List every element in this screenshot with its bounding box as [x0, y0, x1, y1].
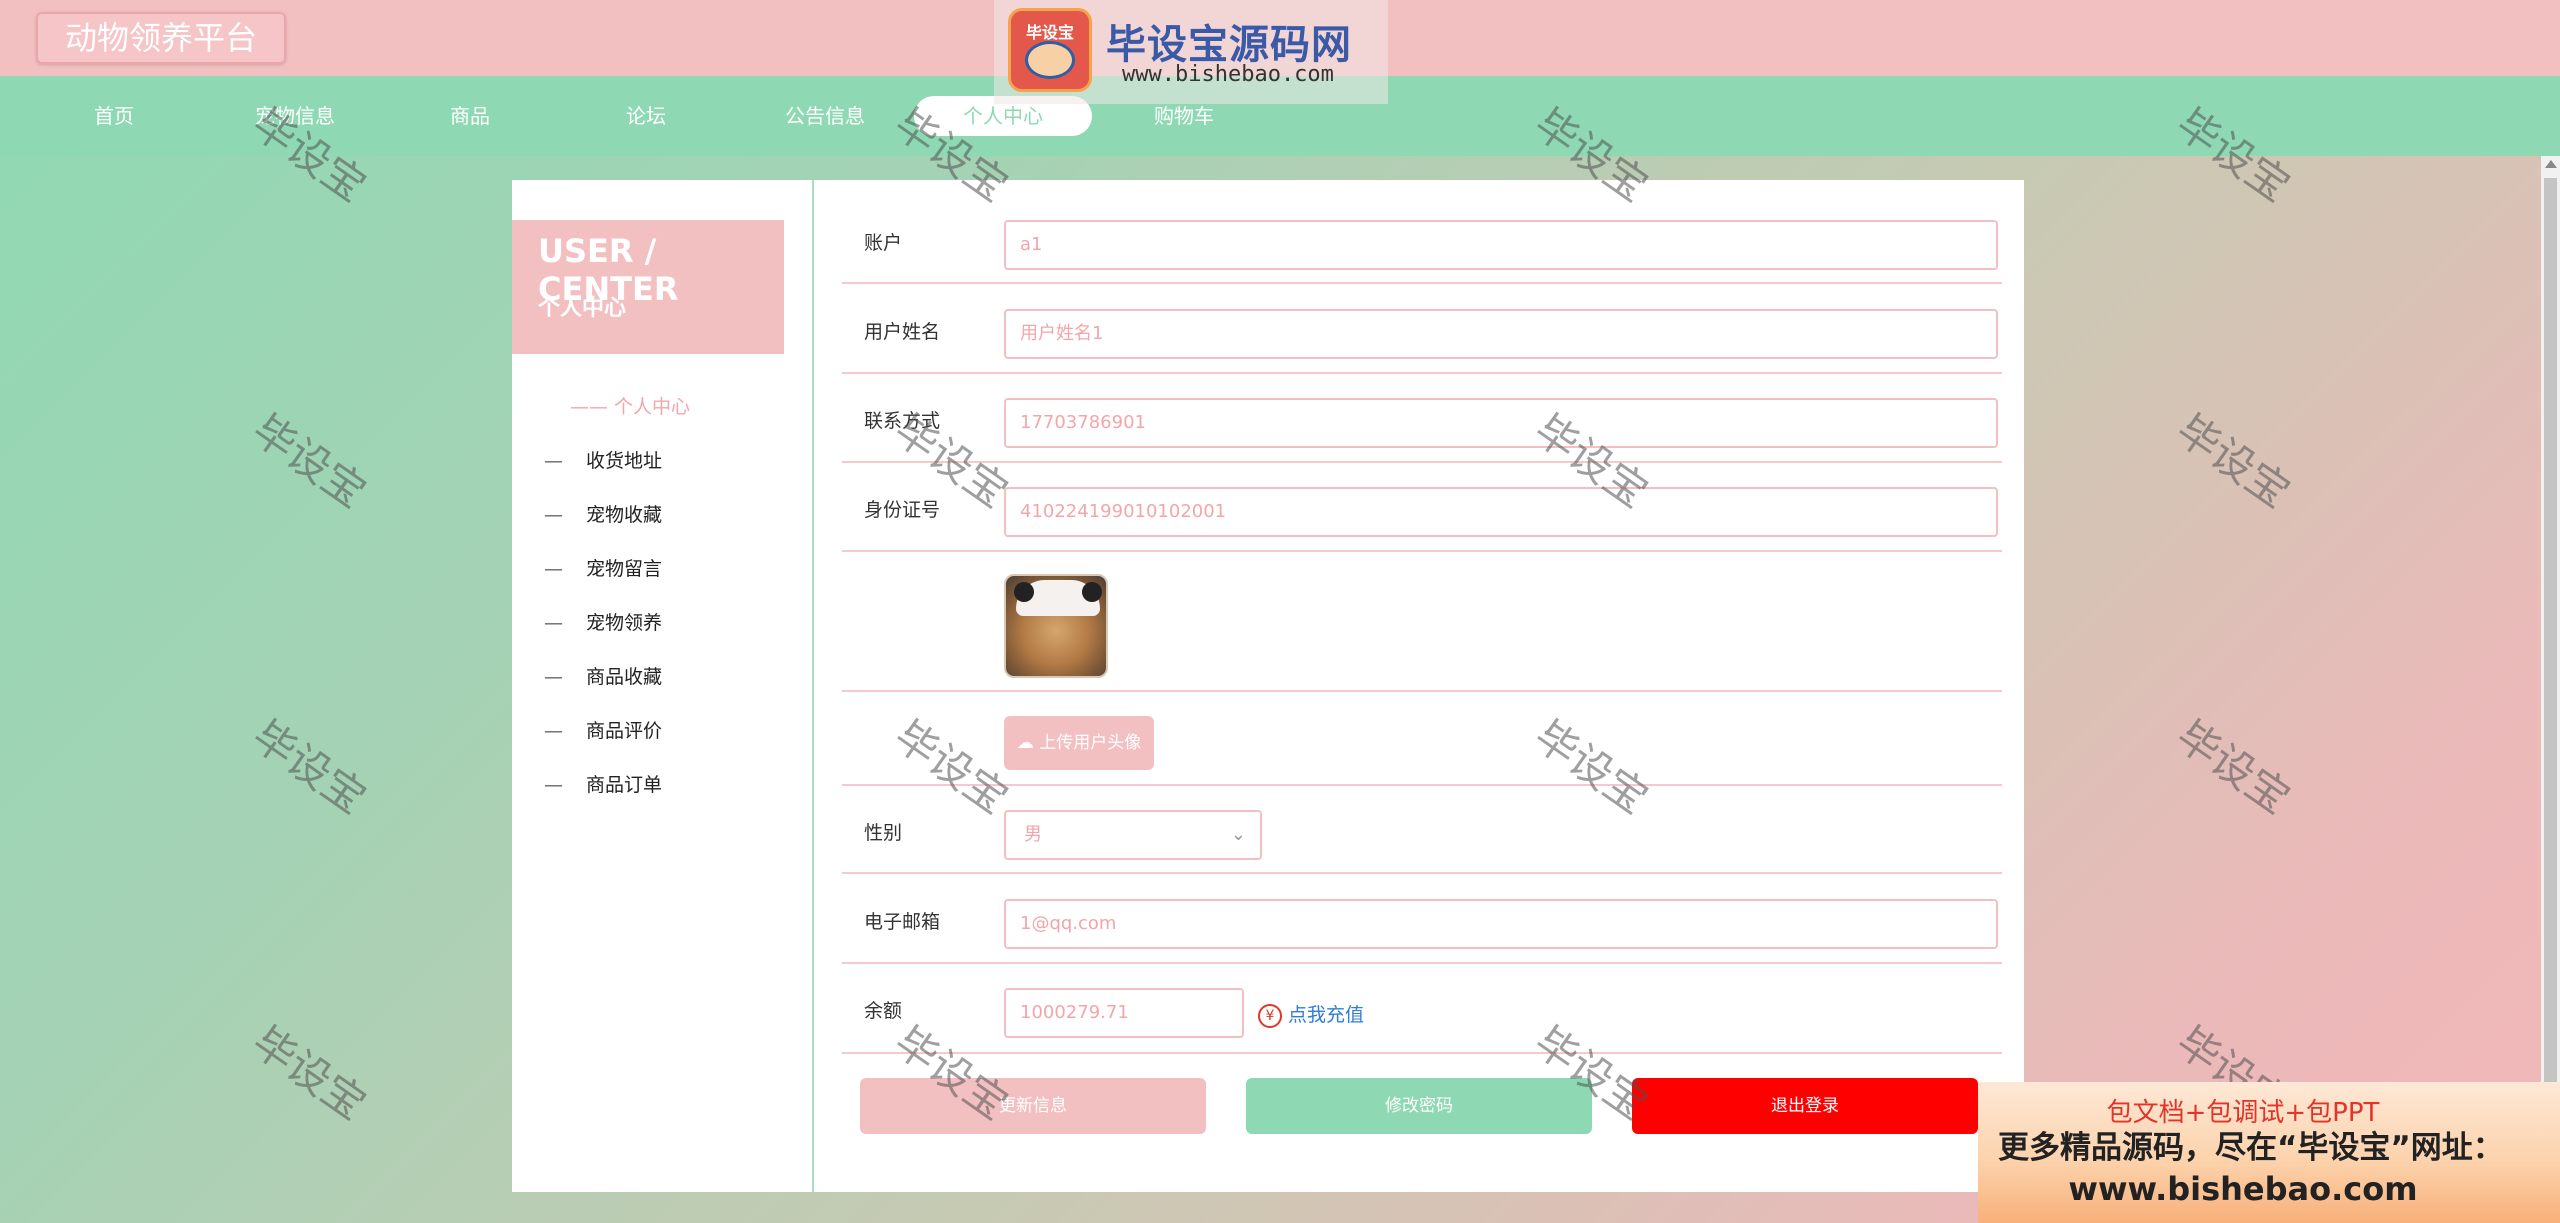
sidebar-item-address[interactable]: — 收货地址: [544, 446, 662, 473]
sidebar-dash: —: [544, 774, 563, 796]
sidebar-dash: —: [544, 720, 563, 742]
watermark-banner: 毕设宝 毕设宝源码网 www.bishebao.com: [994, 0, 1388, 104]
watermark-url: www.bishebao.com: [1122, 62, 1334, 87]
watermark-text: 毕设宝: [2167, 710, 2299, 824]
sidebar-item-product-orders[interactable]: — 商品订单: [544, 770, 662, 797]
sidebar-dash: —: [544, 450, 563, 472]
upload-avatar-label: 上传用户头像: [1039, 733, 1142, 753]
change-password-button[interactable]: 修改密码: [1246, 1078, 1592, 1134]
watermark-logo: 毕设宝: [1008, 8, 1092, 92]
divider: [842, 282, 2002, 284]
promo-box[interactable]: 包文档+包调试+包PPT 更多精品源码，尽在“毕设宝”网址： www.bishe…: [1978, 1082, 2560, 1223]
email-label: 电子邮箱: [864, 911, 941, 933]
sidebar-item-pet-messages[interactable]: — 宠物留言: [544, 554, 662, 581]
divider: [842, 872, 2002, 874]
watermark-text: 毕设宝: [2167, 404, 2299, 518]
sidebar-item-label: 宠物收藏: [586, 504, 663, 526]
sidebar-item-product-favorites[interactable]: — 商品收藏: [544, 662, 662, 689]
cloud-upload-icon: ☁: [1016, 733, 1034, 753]
gender-select[interactable]: 男 ⌄: [1004, 810, 1262, 860]
recharge-link[interactable]: ¥ 点我充值: [1258, 1000, 1364, 1028]
recharge-label: 点我充值: [1288, 1004, 1365, 1026]
sidebar-item-label: 宠物留言: [586, 558, 663, 580]
watermark-logo-face: [1025, 41, 1075, 79]
promo-slogan: 更多精品源码，尽在“毕设宝”网址：: [1998, 1130, 2504, 1166]
balance-label: 余额: [864, 1000, 903, 1022]
watermark-text: 毕设宝: [243, 1016, 375, 1130]
scroll-up-icon[interactable]: [2545, 160, 2557, 168]
divider: [842, 690, 2002, 692]
sidebar-item-product-reviews[interactable]: — 商品评价: [544, 716, 662, 743]
sidebar-item-pet-favorites[interactable]: — 宠物收藏: [544, 500, 662, 527]
watermark-text: 毕设宝: [243, 404, 375, 518]
username-input[interactable]: 用户姓名1: [1004, 309, 1998, 359]
update-info-button[interactable]: 更新信息: [860, 1078, 1206, 1134]
chevron-down-icon: ⌄: [1230, 824, 1246, 845]
sidebar-item-label: 商品评价: [586, 720, 663, 742]
sidebar-item-user-center[interactable]: —— 个人中心: [570, 392, 690, 419]
profile-form: 账户 a1 用户姓名 用户姓名1 联系方式 17703786901 身份证号 4…: [842, 180, 2012, 1192]
user-center-panel: USER / CENTER 个人中心 —— 个人中心 — 收货地址 — 宠物收藏 —…: [512, 180, 2024, 1192]
username-label: 用户姓名: [864, 321, 941, 343]
sidebar-dash: —: [544, 612, 563, 634]
promo-url[interactable]: www.bishebao.com: [1978, 1170, 2508, 1208]
sidebar: USER / CENTER 个人中心 —— 个人中心 — 收货地址 — 宠物收藏 —…: [512, 180, 814, 1192]
avatar-ear: [1014, 582, 1034, 602]
page-scrollbar[interactable]: [2541, 156, 2560, 1223]
sidebar-dash: —: [544, 558, 563, 580]
account-label: 账户: [864, 232, 903, 254]
idcard-input[interactable]: 410224199010102001: [1004, 487, 1998, 537]
sidebar-item-label: 收货地址: [586, 450, 663, 472]
site-title[interactable]: 动物领养平台: [36, 12, 286, 64]
sidebar-dash: —: [544, 504, 563, 526]
user-avatar[interactable]: [1004, 574, 1108, 678]
yuan-icon: ¥: [1258, 1003, 1282, 1028]
nav-item-notices[interactable]: 公告信息: [770, 96, 880, 136]
balance-input[interactable]: 1000279.71: [1004, 988, 1244, 1038]
watermark-logo-text: 毕设宝: [1025, 23, 1074, 42]
sidebar-item-label: 商品订单: [586, 774, 663, 796]
watermark-text: 毕设宝: [243, 710, 375, 824]
email-input[interactable]: 1@qq.com: [1004, 899, 1998, 949]
nav-item-home[interactable]: 首页: [62, 96, 166, 136]
sidebar-item-label: 宠物领养: [586, 612, 663, 634]
idcard-label: 身份证号: [864, 499, 941, 521]
nav-item-forum[interactable]: 论坛: [596, 96, 696, 136]
phone-input[interactable]: 17703786901: [1004, 398, 1998, 448]
phone-label: 联系方式: [864, 410, 941, 432]
gender-label: 性别: [864, 822, 903, 844]
account-input[interactable]: a1: [1004, 220, 1998, 270]
logout-button[interactable]: 退出登录: [1632, 1078, 1978, 1134]
divider: [842, 784, 2002, 786]
avatar-ear: [1082, 582, 1102, 602]
divider: [842, 962, 2002, 964]
nav-item-products[interactable]: 商品: [420, 96, 520, 136]
sidebar-dash: —: [544, 666, 563, 688]
gender-select-value: 男: [1024, 824, 1042, 845]
scroll-thumb[interactable]: [2544, 178, 2557, 1198]
divider: [842, 1052, 2002, 1054]
sidebar-title-cn: 个人中心: [538, 296, 627, 321]
divider: [842, 372, 2002, 374]
divider: [842, 461, 2002, 463]
upload-avatar-button[interactable]: ☁ 上传用户头像: [1004, 716, 1154, 770]
sidebar-item-pet-adoption[interactable]: — 宠物领养: [544, 608, 662, 635]
divider: [842, 550, 2002, 552]
sidebar-item-label: 商品收藏: [586, 666, 663, 688]
sidebar-header: USER / CENTER 个人中心: [512, 220, 784, 354]
nav-item-pets[interactable]: 宠物信息: [240, 96, 350, 136]
